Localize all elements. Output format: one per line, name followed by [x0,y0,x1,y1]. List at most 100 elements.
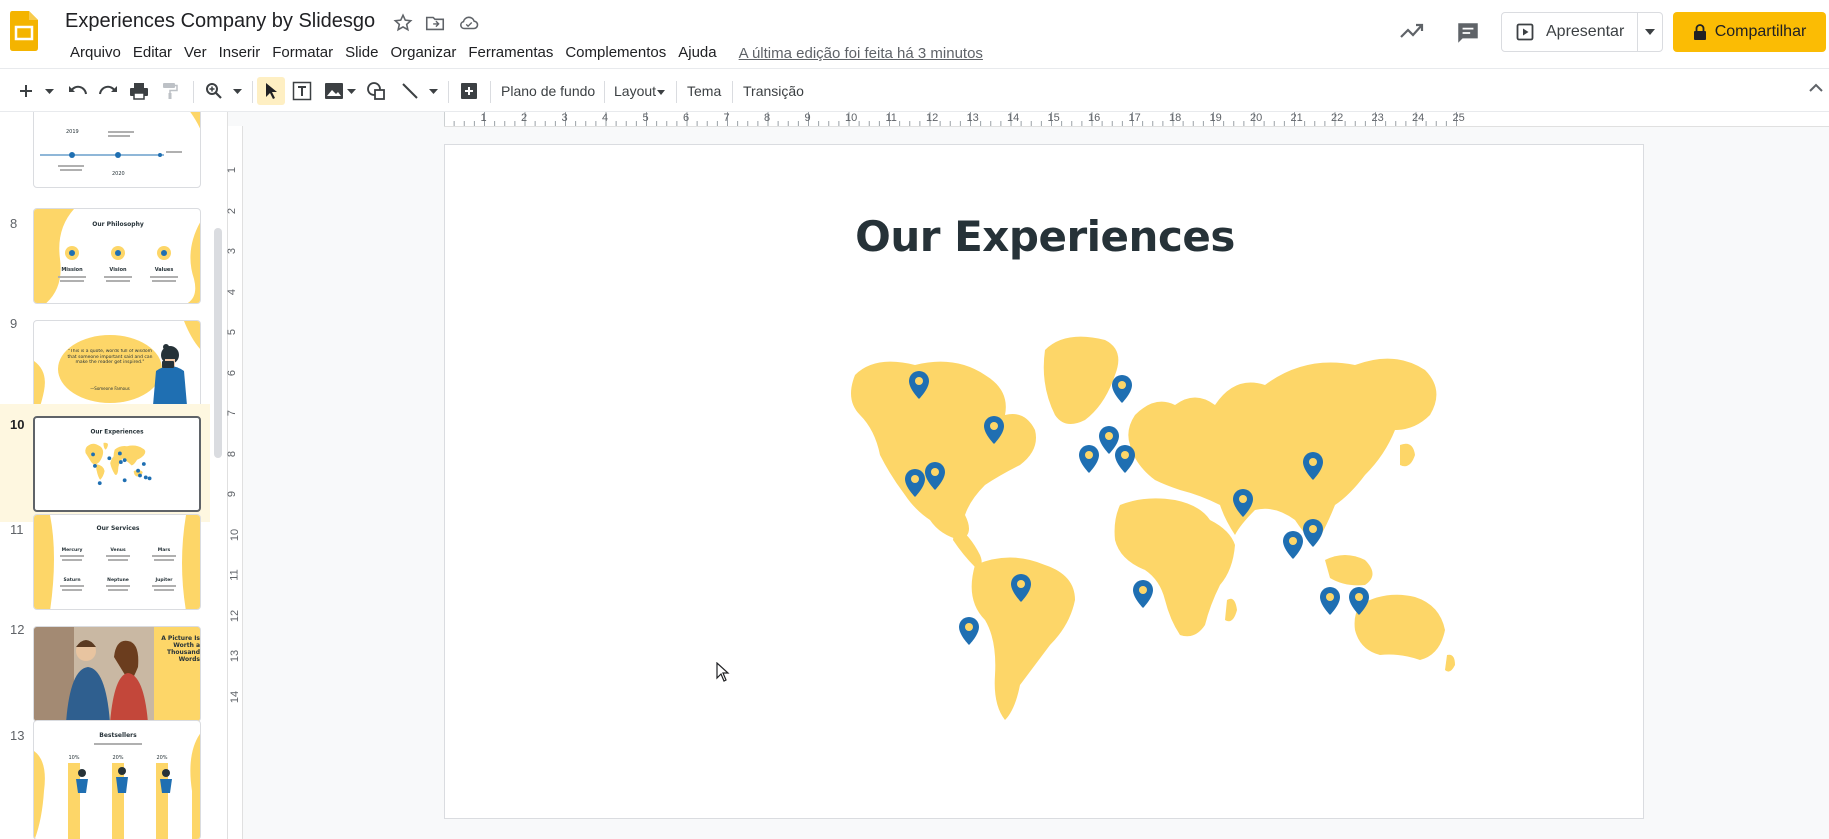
picture-thumbnail-graphic: A Picture Is Worth a Thousand Words [34,627,200,721]
menu-inserir[interactable]: Inserir [213,42,267,64]
insert-image-button[interactable] [322,79,346,103]
ruler-label: 10 [229,528,242,541]
menu-ferramentas[interactable]: Ferramentas [462,42,559,64]
line-icon [402,83,418,99]
map-pin-icon [1079,445,1099,473]
horizontal-ruler[interactable]: 1 2 3 4 5 6 7 8 9 10 11 12 13 14 15 16 17 18 19 20 21 22 23 24 2… [444,112,1829,127]
ruler-label: 25 [1452,112,1465,124]
thumb-label-mercury: Mercury [62,547,83,553]
shape-button[interactable] [364,79,388,103]
slide-thumbnail-11[interactable]: 11 Our Services Mercury Venus Mars Satur… [0,510,210,610]
slides-logo-icon[interactable] [10,11,38,51]
slide-thumbnail-9[interactable]: 9 "This is a quote, words full of wisdom… [0,316,210,416]
activity-trend-icon[interactable] [1399,20,1425,42]
chevron-down-icon [346,88,356,94]
text-box-button[interactable] [290,79,314,103]
ruler-label: 20 [1250,112,1263,124]
timeline-year-2019: 2019 [66,129,79,135]
timeline-thumbnail-graphic: 2019 2020 [40,112,200,177]
menu-ver[interactable]: Ver [178,42,213,64]
ruler-label: 8 [764,112,771,124]
menu-slide[interactable]: Slide [339,42,384,64]
ruler-label: 7 [723,112,730,124]
new-slide-button[interactable] [16,79,36,103]
image-icon [325,83,343,99]
thumb-percent-2: 20% [112,755,123,761]
share-button[interactable]: Compartilhar [1673,12,1826,52]
ruler-label: 19 [1209,112,1222,124]
collapse-chevron-up-icon[interactable] [1809,83,1823,93]
toolbar-divider [490,81,491,103]
map-pin-icon [1115,445,1135,473]
ruler-label: 2 [226,207,239,214]
menu-arquivo[interactable]: Arquivo [64,42,127,64]
thumb-label-neptune: Neptune [107,577,129,583]
slide-10-preview: Our Experiences [33,416,201,512]
comment-icon[interactable] [1455,20,1481,46]
last-edit-link[interactable]: A última edição foi feita há 3 minutos [739,45,983,62]
slide-thumbnail-12[interactable]: 12 A Picture Is Worth a Thousand Words [0,622,210,722]
insert-comment-button[interactable] [457,79,481,103]
continent-madagascar [1225,598,1237,622]
insert-image-dropdown[interactable] [345,79,357,103]
ruler-label: 3 [226,247,239,255]
chevron-down-icon [1645,29,1655,35]
paint-format-button[interactable] [158,79,182,103]
zoom-button[interactable] [202,79,226,103]
map-pin-icon [1303,519,1323,547]
filmstrip-scrollbar[interactable] [214,228,222,458]
slide-filmstrip: 2019 2020 8 Our Philosophy Mission Visio… [0,112,228,839]
layout-button[interactable]: Layout [614,81,656,101]
continent-australia [1354,594,1445,660]
ruler-label: 12 [229,609,242,622]
star-icon[interactable] [392,12,414,34]
menu-bar: Arquivo Editar Ver Inserir Formatar Slid… [64,42,983,64]
menu-complementos[interactable]: Complementos [559,42,672,64]
slide-thumbnail-10[interactable]: 10 Our Experiences [0,404,210,522]
menu-editar[interactable]: Editar [127,42,178,64]
vertical-ruler[interactable]: 1 2 3 4 5 6 7 8 9 10 11 12 13 14 [226,126,243,839]
bestsellers-thumbnail-graphic: Bestsellers 10% 20% 20% [34,732,200,839]
menu-organizar[interactable]: Organizar [384,42,462,64]
thumb-timeline: 2019 2020 [33,112,201,188]
text-box-icon [292,81,312,101]
toolbar-divider [732,81,733,103]
world-map-graphic[interactable] [835,335,1485,735]
present-button[interactable]: Apresentar [1502,13,1638,51]
thumb-title: Our Philosophy [92,221,144,228]
ruler-label: 17 [1128,112,1141,124]
theme-button[interactable]: Tema [687,81,721,101]
transition-button[interactable]: Transição [743,81,804,101]
chevron-down-icon[interactable] [657,90,665,95]
slide-10-canvas[interactable]: Our Experiences [444,144,1644,819]
background-button[interactable]: Plano de fundo [501,81,595,101]
plus-icon [20,85,32,97]
slide-thumbnail-13[interactable]: 13 Bestsellers 10% 20% 20% [0,716,210,839]
new-slide-layout-dropdown[interactable] [42,79,56,103]
zoom-dropdown[interactable] [230,79,244,103]
menu-formatar[interactable]: Formatar [266,42,339,64]
redo-button[interactable] [96,79,120,103]
move-folder-icon[interactable] [424,12,446,34]
lock-icon [1693,24,1706,40]
slide-title[interactable]: Our Experiences [445,212,1645,261]
ruler-label: 5 [226,328,239,336]
thumb-percent-1: 10% [68,755,79,761]
present-options-dropdown[interactable] [1638,13,1662,51]
slide-thumbnail-partial[interactable]: 2019 2020 [0,112,210,192]
line-dropdown[interactable] [427,79,439,103]
ruler-label: 23 [1371,112,1384,124]
thumb-quote: "This is a quote, words full of wisdom t… [67,349,153,365]
line-button[interactable] [398,79,422,103]
slide-number: 10 [10,417,25,432]
continent-japan [1400,443,1415,467]
document-title[interactable]: Experiences Company by Slidesgo [65,10,375,33]
select-tool-button[interactable] [257,77,285,105]
slide-thumbnail-8[interactable]: 8 Our Philosophy Mission Vision Values [0,204,210,304]
ruler-label: 14 [1007,112,1020,124]
print-button[interactable] [126,79,152,103]
undo-button[interactable] [66,79,90,103]
menu-ajuda[interactable]: Ajuda [672,42,722,64]
cloud-saved-icon[interactable] [458,12,480,34]
ruler-label: 11 [885,112,897,124]
